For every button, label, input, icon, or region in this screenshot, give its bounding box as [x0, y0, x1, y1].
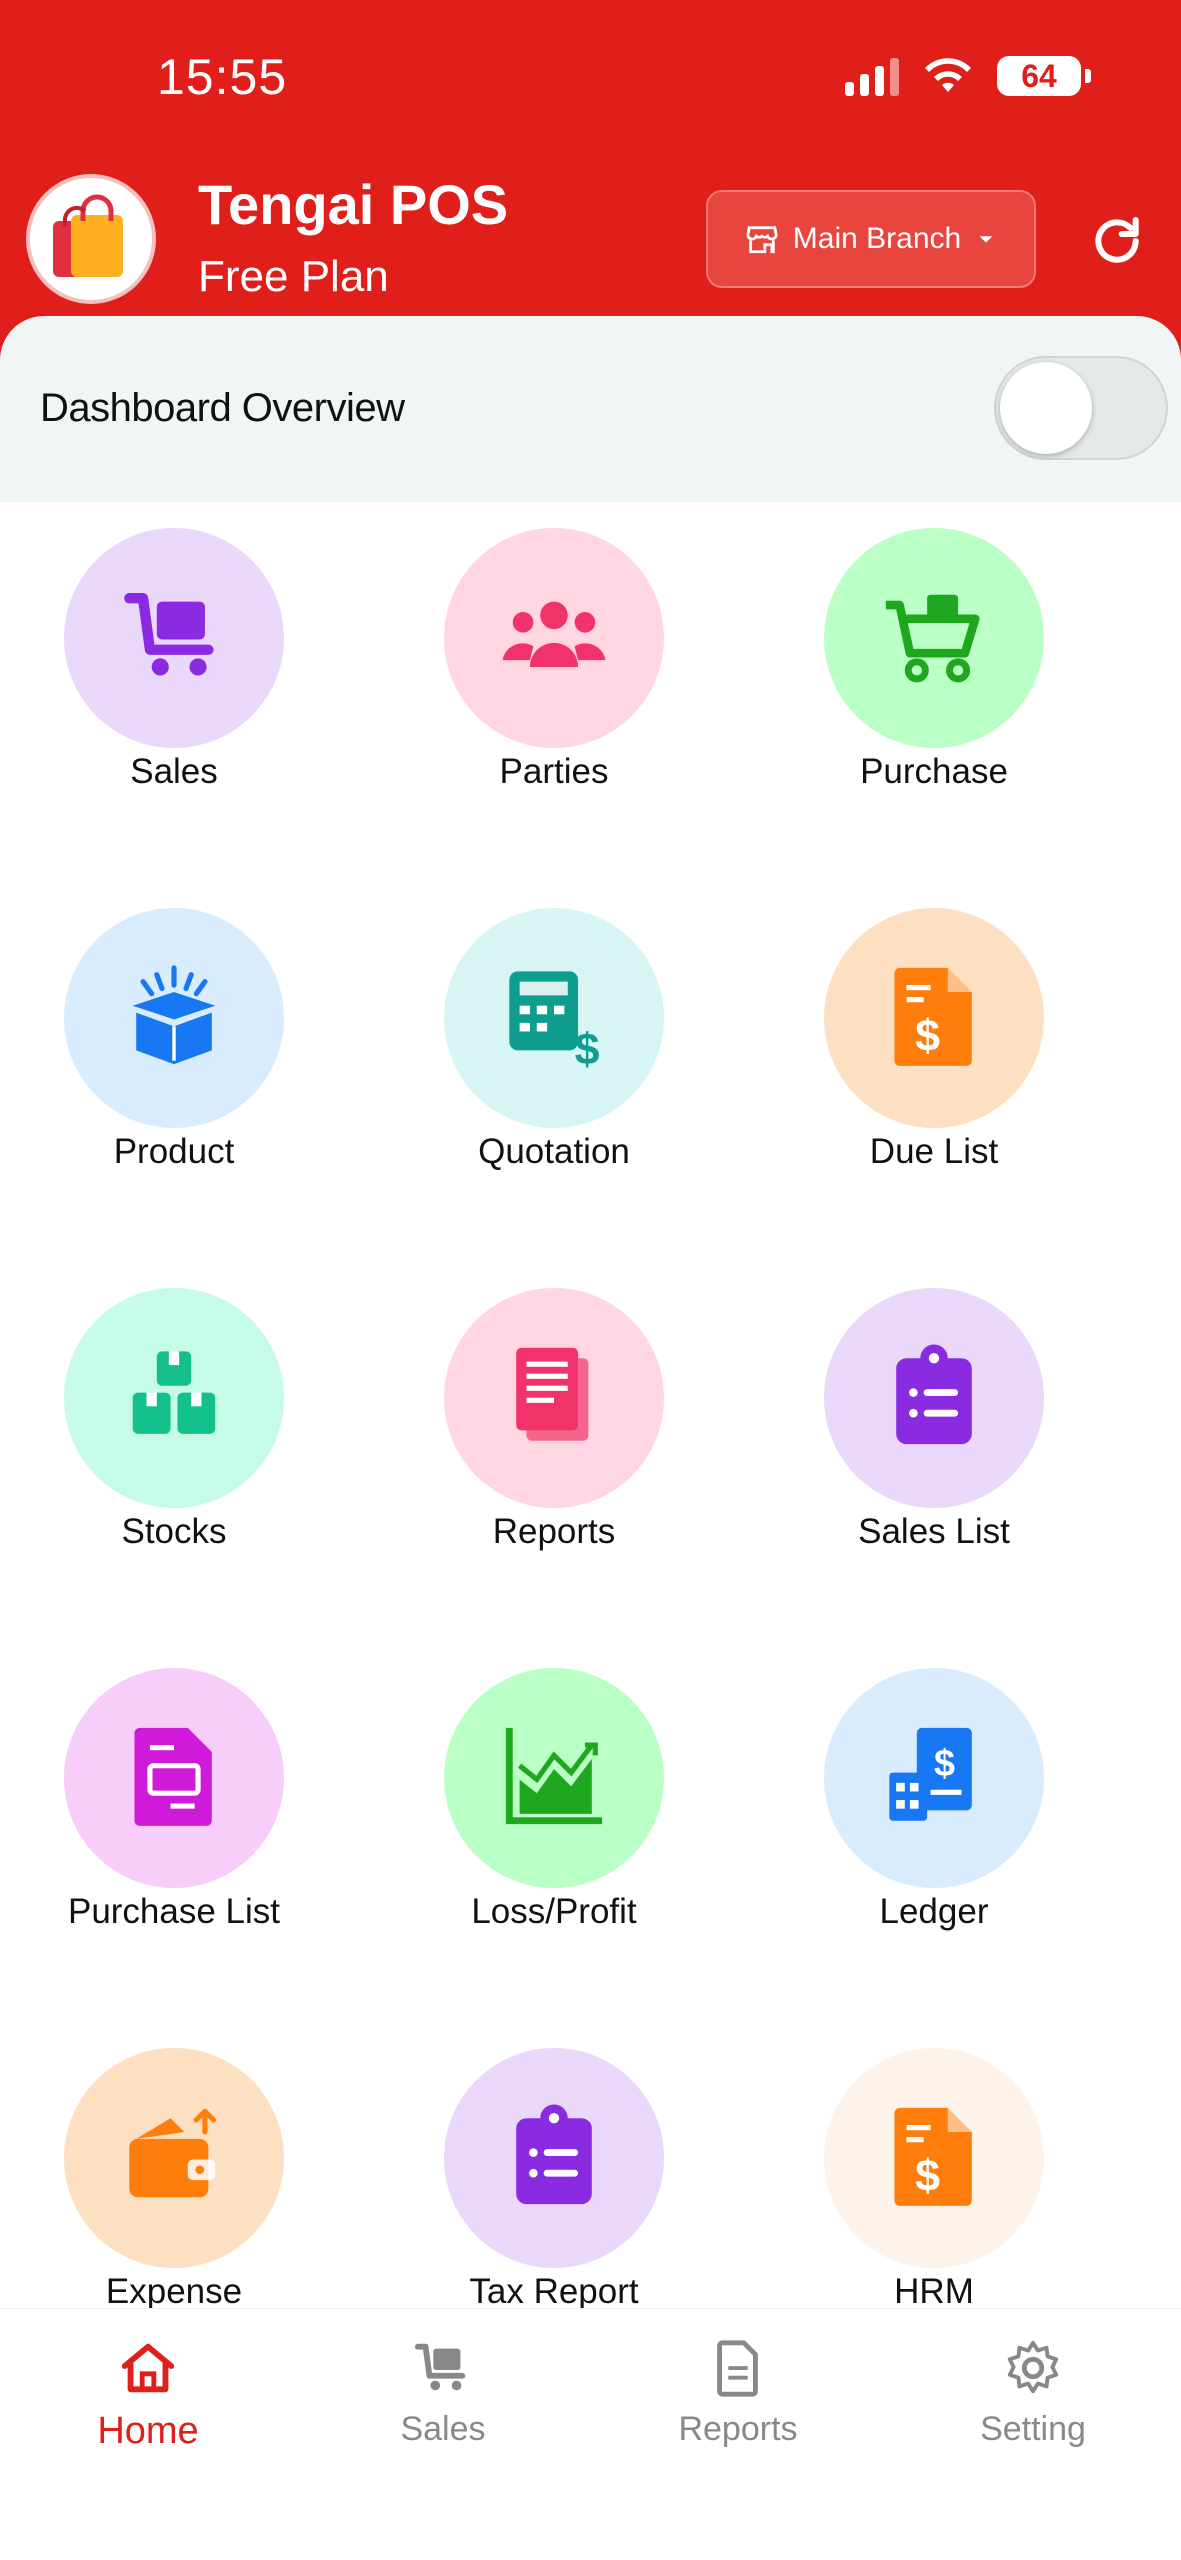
boxes-icon [119, 1341, 229, 1456]
tile-label: Sales List [858, 1512, 1010, 1551]
svg-text:$: $ [915, 2151, 940, 2200]
battery-level: 64 [1021, 57, 1057, 94]
tile-label: Parties [499, 752, 609, 791]
nav-item-home[interactable]: Home [48, 2337, 248, 2453]
dashboard-overview-bar: Dashboard Overview [0, 316, 1181, 502]
tile-due-list[interactable]: $ Due List [784, 908, 1084, 1172]
svg-text:$: $ [575, 1025, 600, 1071]
tile-label: Ledger [879, 1892, 989, 1931]
nav-item-reports[interactable]: Reports [638, 2337, 838, 2449]
shopping-cart-icon [879, 581, 989, 696]
store-icon [746, 226, 778, 254]
tile-icon-circle [444, 528, 664, 748]
tile-icon-circle [64, 528, 284, 748]
tile-icon-circle: $ [444, 908, 664, 1128]
tile-icon-circle [824, 528, 1044, 748]
tile-icon-circle: $ [824, 2048, 1044, 2268]
tile-icon-circle [64, 908, 284, 1128]
tile-icon-circle [64, 1668, 284, 1888]
nav-label: Reports [678, 2410, 798, 2448]
tile-label: Expense [105, 2272, 243, 2311]
tile-tax-report[interactable]: Tax Report [404, 2048, 704, 2312]
branch-selector-button[interactable]: Main Branch [706, 190, 1036, 288]
tile-sales[interactable]: Sales [24, 528, 324, 792]
tile-label: Stocks [121, 1512, 227, 1551]
tile-label: Tax Report [469, 2272, 639, 2311]
tile-icon-circle [444, 2048, 664, 2268]
tile-purchase-list[interactable]: Purchase List [24, 1668, 324, 1932]
documents-icon [499, 1341, 609, 1456]
invoice-dollar-icon: $ [879, 961, 989, 1076]
battery-icon: 64 [997, 56, 1091, 96]
dashboard-overview-title: Dashboard Overview [40, 386, 405, 430]
refresh-button[interactable] [1084, 208, 1150, 274]
wifi-icon [925, 58, 971, 92]
tile-reports[interactable]: Reports [404, 1288, 704, 1552]
tile-icon-circle [444, 1288, 664, 1508]
tile-icon-circle [64, 2048, 284, 2268]
nav-label: Sales [400, 2410, 486, 2448]
cart-icon [119, 581, 229, 696]
cart-icon [412, 2337, 474, 2404]
tile-loss-profit[interactable]: Loss/Profit [404, 1668, 704, 1932]
tile-purchase[interactable]: Purchase [784, 528, 1084, 792]
users-icon [499, 581, 609, 696]
tile-icon-circle [64, 1288, 284, 1508]
ledger-icon: $ [879, 1721, 989, 1836]
clipboard-list-icon [499, 2101, 609, 2216]
tile-icon-circle [824, 1288, 1044, 1508]
cellular-signal-icon [845, 56, 899, 96]
tile-label: Sales [130, 752, 218, 791]
tile-icon-circle: $ [824, 908, 1044, 1128]
tile-hrm[interactable]: $ HRM [784, 2048, 1084, 2312]
chart-area-icon [499, 1721, 609, 1836]
status-icons: 64 [845, 56, 1091, 96]
shopping-bag-icon [53, 194, 123, 277]
nav-item-sales[interactable]: Sales [343, 2337, 543, 2449]
svg-text:$: $ [915, 1011, 940, 1060]
home-icon [117, 2337, 179, 2404]
calculator-icon: $ [499, 961, 609, 1076]
tile-sales-list[interactable]: Sales List [784, 1288, 1084, 1552]
tile-label: Purchase List [67, 1892, 281, 1931]
nav-item-setting[interactable]: Setting [933, 2337, 1133, 2449]
status-time: 15:55 [157, 49, 288, 105]
dashboard-overview-toggle[interactable] [994, 356, 1168, 460]
tile-label: Due List [869, 1132, 999, 1171]
nav-label: Home [97, 2410, 199, 2452]
tile-label: Reports [492, 1512, 616, 1551]
app-logo [26, 174, 156, 304]
box-icon [119, 961, 229, 1076]
chevron-down-icon [979, 236, 993, 243]
tile-label: HRM [894, 2272, 974, 2311]
bottom-navigation: Home Sales Reports Setting [0, 2308, 1181, 2560]
branch-label: Main Branch [792, 222, 962, 255]
svg-text:$: $ [934, 1743, 955, 1785]
plan-label: Free Plan [198, 252, 389, 301]
tile-ledger[interactable]: $ Ledger [784, 1668, 1084, 1932]
invoice-dollar-icon: $ [879, 2101, 989, 2216]
gear-icon [1002, 2337, 1064, 2404]
tile-icon-circle [444, 1668, 664, 1888]
tile-label: Quotation [478, 1132, 630, 1171]
clipboard-list-icon [879, 1341, 989, 1456]
app-name: Tengai POS [198, 173, 509, 236]
tile-expense[interactable]: Expense [24, 2048, 324, 2312]
wallet-icon [119, 2101, 229, 2216]
tile-label: Purchase [860, 752, 1008, 791]
document-icon [707, 2337, 769, 2404]
file-list-icon [119, 1721, 229, 1836]
tile-stocks[interactable]: Stocks [24, 1288, 324, 1552]
nav-label: Setting [980, 2410, 1086, 2448]
tile-icon-circle: $ [824, 1668, 1044, 1888]
tile-parties[interactable]: Parties [404, 528, 704, 792]
tile-label: Product [113, 1132, 235, 1171]
toggle-knob [1000, 362, 1092, 454]
app-header: 15:55 64 Tengai POS Free Plan Main Branc… [0, 0, 1181, 360]
refresh-icon [1095, 216, 1139, 263]
tile-quotation[interactable]: $ Quotation [404, 908, 704, 1172]
tile-product[interactable]: Product [24, 908, 324, 1172]
tile-label: Loss/Profit [471, 1892, 637, 1931]
